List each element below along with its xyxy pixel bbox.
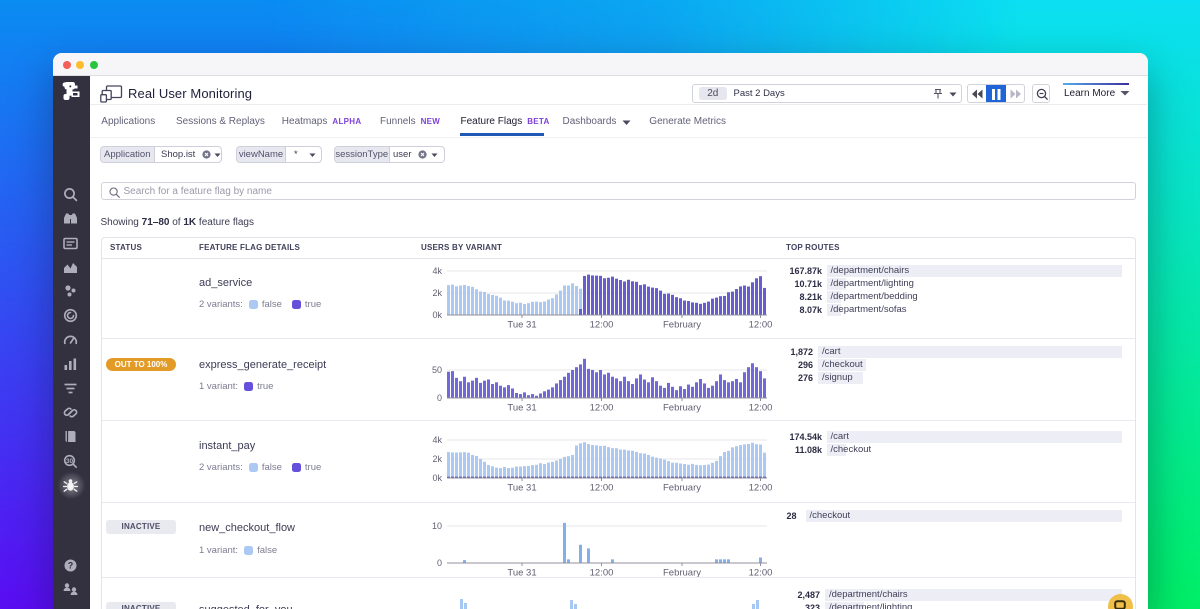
svg-text:February: February	[663, 320, 701, 331]
svg-text:12:00: 12:00	[590, 483, 614, 494]
svg-text:2k: 2k	[432, 288, 442, 298]
svg-text:2k: 2k	[432, 454, 442, 464]
svg-text:12:00: 12:00	[590, 568, 614, 578]
svg-text:0: 0	[437, 393, 442, 403]
svg-text:4k: 4k	[432, 266, 442, 276]
svg-text:February: February	[663, 403, 701, 414]
svg-text:12:00: 12:00	[749, 483, 773, 494]
svg-text:0k: 0k	[432, 310, 442, 320]
svg-text:12:00: 12:00	[749, 403, 773, 414]
svg-text:0k: 0k	[432, 473, 442, 483]
svg-text:?: ?	[68, 560, 74, 570]
svg-text:10: 10	[432, 521, 442, 531]
svg-text:4k: 4k	[432, 435, 442, 445]
svg-text:Tue 31: Tue 31	[507, 320, 536, 331]
svg-text:Tue 31: Tue 31	[507, 403, 536, 414]
svg-text:0: 0	[437, 558, 442, 568]
svg-text:12:00: 12:00	[749, 320, 773, 331]
svg-text:Tue 31: Tue 31	[507, 568, 536, 578]
svg-text:Tue 31: Tue 31	[507, 483, 536, 494]
svg-text:12:00: 12:00	[749, 568, 773, 578]
svg-text:12:00: 12:00	[590, 403, 614, 414]
svg-text:12:00: 12:00	[590, 320, 614, 331]
svg-text:50: 50	[432, 365, 442, 375]
svg-text:February: February	[663, 568, 701, 578]
svg-text:February: February	[663, 483, 701, 494]
svg-text:30: 30	[66, 458, 74, 465]
